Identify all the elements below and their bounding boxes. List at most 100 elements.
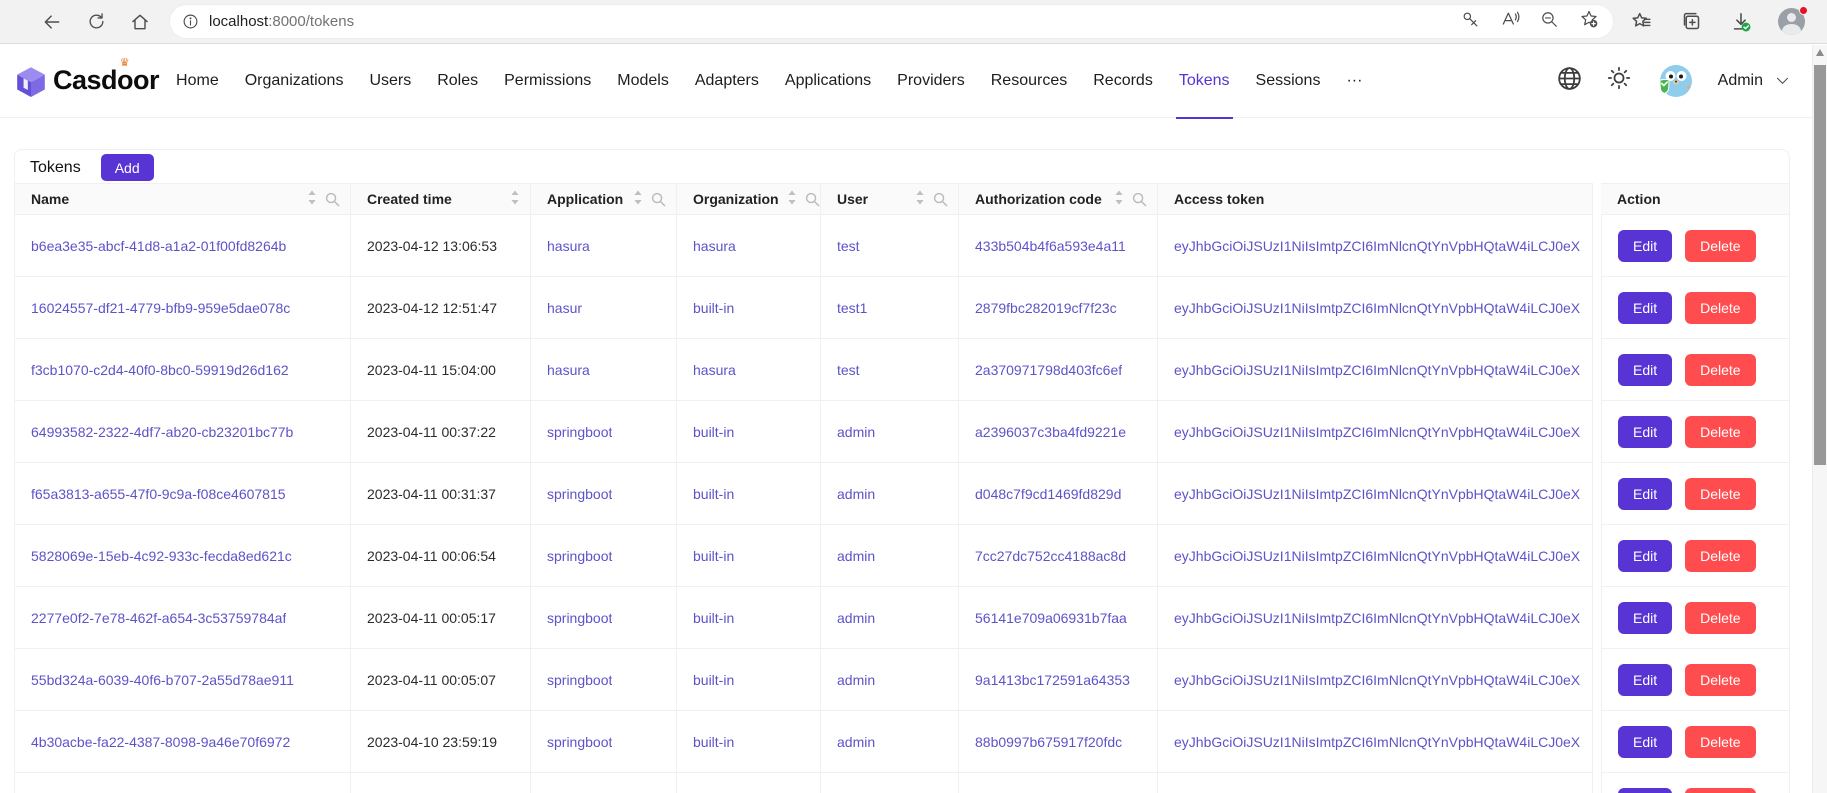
- column-header-action[interactable]: Action: [1601, 183, 1789, 215]
- organization-link[interactable]: hasura: [693, 238, 736, 254]
- search-icon[interactable]: [1132, 192, 1147, 207]
- password-key-icon[interactable]: [1461, 10, 1480, 34]
- nav-item-adapters[interactable]: Adapters: [682, 44, 772, 118]
- add-token-button[interactable]: Add: [101, 154, 154, 181]
- read-aloud-icon[interactable]: [1500, 9, 1520, 34]
- nav-item-records[interactable]: Records: [1080, 44, 1166, 118]
- column-header-token[interactable]: Access token: [1158, 183, 1593, 215]
- authorization-code-link[interactable]: 7cc27dc752cc4188ac8d: [975, 548, 1126, 564]
- search-icon[interactable]: [651, 192, 666, 207]
- access-token-link[interactable]: eyJhbGciOiJSUzI1NiIsImtpZCI6ImNlcnQtYnVp…: [1174, 362, 1580, 378]
- user-link[interactable]: test: [837, 362, 860, 378]
- column-header-created[interactable]: Created time: [351, 183, 531, 215]
- browser-home-button[interactable]: [122, 4, 158, 40]
- favorites-button[interactable]: [1623, 4, 1659, 40]
- application-link[interactable]: springboot: [547, 610, 612, 626]
- scrollbar-up-arrow[interactable]: [1816, 49, 1824, 56]
- edit-button[interactable]: Edit: [1618, 788, 1672, 793]
- scrollbar-thumb[interactable]: [1814, 65, 1826, 465]
- browser-back-button[interactable]: [34, 4, 70, 40]
- nav-item-applications[interactable]: Applications: [772, 44, 884, 118]
- account-menu[interactable]: Admin: [1718, 72, 1790, 90]
- organization-link[interactable]: hasura: [693, 362, 736, 378]
- authorization-code-link[interactable]: 2a370971798d403fc6ef: [975, 362, 1122, 378]
- language-globe-icon[interactable]: [1556, 65, 1583, 97]
- search-icon[interactable]: [325, 192, 340, 207]
- zoom-out-icon[interactable]: [1540, 10, 1559, 34]
- address-bar[interactable]: localhost:8000/tokens: [170, 5, 1613, 38]
- search-icon[interactable]: [805, 192, 820, 207]
- access-token-link[interactable]: eyJhbGciOiJSUzI1NiIsImtpZCI6ImNlcnQtYnVp…: [1174, 672, 1580, 688]
- add-favorite-icon[interactable]: [1579, 9, 1599, 34]
- edit-button[interactable]: Edit: [1618, 602, 1672, 634]
- edit-button[interactable]: Edit: [1618, 354, 1672, 386]
- application-link[interactable]: springboot: [547, 548, 612, 564]
- application-link[interactable]: hasura: [547, 362, 590, 378]
- edit-button[interactable]: Edit: [1618, 416, 1672, 448]
- token-name-link[interactable]: b6ea3e35-abcf-41d8-a1a2-01f00fd8264b: [31, 238, 286, 254]
- application-link[interactable]: springboot: [547, 734, 612, 750]
- delete-button[interactable]: Delete: [1685, 478, 1755, 510]
- token-name-link[interactable]: 16024557-df21-4779-bfb9-959e5dae078c: [31, 300, 290, 316]
- sort-icon[interactable]: [787, 190, 797, 208]
- access-token-link[interactable]: eyJhbGciOiJSUzI1NiIsImtpZCI6ImNlcnQtYnVp…: [1174, 734, 1580, 750]
- sort-icon[interactable]: [1114, 190, 1124, 208]
- nav-item-providers[interactable]: Providers: [884, 44, 978, 118]
- delete-button[interactable]: Delete: [1685, 788, 1755, 793]
- authorization-code-link[interactable]: a2396037c3ba4fd9221e: [975, 424, 1126, 440]
- casdoor-logo[interactable]: Casdoor♛: [14, 64, 159, 98]
- nav-item-resources[interactable]: Resources: [978, 44, 1080, 118]
- access-token-link[interactable]: eyJhbGciOiJSUzI1NiIsImtpZCI6ImNlcnQtYnVp…: [1174, 610, 1580, 626]
- site-info-icon[interactable]: [182, 13, 199, 30]
- authorization-code-link[interactable]: 9a1413bc172591a64353: [975, 672, 1130, 688]
- delete-button[interactable]: Delete: [1685, 230, 1755, 262]
- theme-sun-icon[interactable]: [1606, 65, 1632, 96]
- collections-button[interactable]: [1673, 4, 1709, 40]
- edit-button[interactable]: Edit: [1618, 540, 1672, 572]
- authorization-code-link[interactable]: 88b0997b675917f20fdc: [975, 734, 1122, 750]
- column-header-org[interactable]: Organization: [677, 183, 821, 215]
- nav-item-sessions[interactable]: Sessions: [1243, 44, 1334, 118]
- token-name-link[interactable]: 55bd324a-6039-40f6-b707-2a55d78ae911: [31, 672, 294, 688]
- organization-link[interactable]: built-in: [693, 548, 734, 564]
- application-link[interactable]: springboot: [547, 424, 612, 440]
- token-name-link[interactable]: 64993582-2322-4df7-ab20-cb23201bc77b: [31, 424, 293, 440]
- authorization-code-link[interactable]: d048c7f9cd1469fd829d: [975, 486, 1121, 502]
- edit-button[interactable]: Edit: [1618, 230, 1672, 262]
- column-header-code[interactable]: Authorization code: [959, 183, 1158, 215]
- authorization-code-link[interactable]: 56141e709a06931b7faa: [975, 610, 1127, 626]
- user-link[interactable]: admin: [837, 424, 875, 440]
- nav-item-home[interactable]: Home: [163, 44, 232, 118]
- access-token-link[interactable]: eyJhbGciOiJSUzI1NiIsImtpZCI6ImNlcnQtYnVp…: [1174, 424, 1580, 440]
- user-link[interactable]: admin: [837, 610, 875, 626]
- access-token-link[interactable]: eyJhbGciOiJSUzI1NiIsImtpZCI6ImNlcnQtYnVp…: [1174, 300, 1580, 316]
- user-link[interactable]: admin: [837, 548, 875, 564]
- user-link[interactable]: test: [837, 238, 860, 254]
- organization-link[interactable]: built-in: [693, 300, 734, 316]
- access-token-link[interactable]: eyJhbGciOiJSUzI1NiIsImtpZCI6ImNlcnQtYnVp…: [1174, 486, 1580, 502]
- organization-link[interactable]: built-in: [693, 486, 734, 502]
- browser-profile-button[interactable]: [1773, 4, 1809, 40]
- edit-button[interactable]: Edit: [1618, 664, 1672, 696]
- browser-refresh-button[interactable]: [78, 4, 114, 40]
- token-name-link[interactable]: f65a3813-a655-47f0-9c9a-f08ce4607815: [31, 486, 286, 502]
- token-name-link[interactable]: 5828069e-15eb-4c92-933c-fecda8ed621c: [31, 548, 292, 564]
- organization-link[interactable]: built-in: [693, 424, 734, 440]
- token-name-link[interactable]: f3cb1070-c2d4-40f0-8bc0-59919d26d162: [31, 362, 289, 378]
- token-name-link[interactable]: 4b30acbe-fa22-4387-8098-9a46e70f6972: [31, 734, 290, 750]
- nav-item-roles[interactable]: Roles: [424, 44, 491, 118]
- user-avatar[interactable]: [1655, 61, 1695, 101]
- authorization-code-link[interactable]: 2879fbc282019cf7f23c: [975, 300, 1117, 316]
- nav-item-models[interactable]: Models: [604, 44, 682, 118]
- authorization-code-link[interactable]: 433b504b4f6a593e4a11: [975, 238, 1126, 254]
- organization-link[interactable]: built-in: [693, 734, 734, 750]
- url-text[interactable]: localhost:8000/tokens: [209, 13, 354, 30]
- search-icon[interactable]: [933, 192, 948, 207]
- organization-link[interactable]: built-in: [693, 610, 734, 626]
- sort-icon[interactable]: [915, 190, 925, 208]
- downloads-button[interactable]: [1723, 4, 1759, 40]
- delete-button[interactable]: Delete: [1685, 540, 1755, 572]
- application-link[interactable]: springboot: [547, 672, 612, 688]
- user-link[interactable]: admin: [837, 672, 875, 688]
- column-header-app[interactable]: Application: [531, 183, 677, 215]
